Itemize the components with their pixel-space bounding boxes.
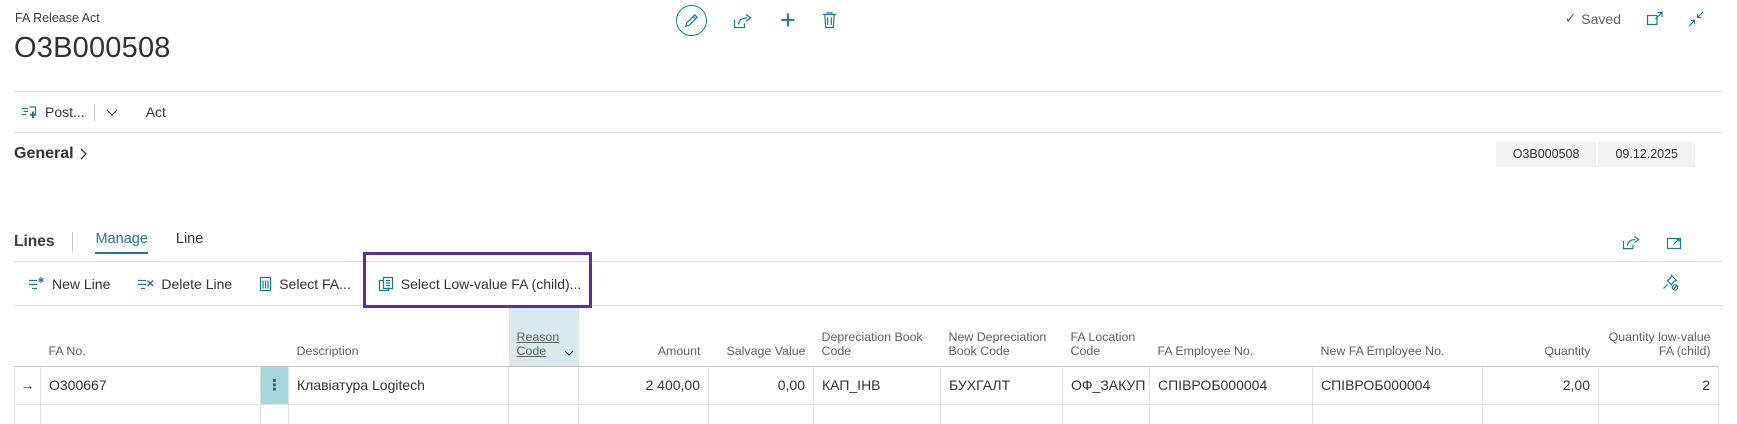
document-header: FA Release Act O3B000508 [0, 0, 1737, 91]
arrow-right-icon: → [21, 377, 35, 393]
cell-fa-location-code[interactable]: ОФ_ЗАКУП [1063, 366, 1150, 404]
cell-reason-code[interactable] [509, 366, 579, 404]
lines-expand-button[interactable] [1666, 234, 1682, 250]
divider [72, 232, 73, 252]
select-fa-button[interactable]: Select FA... [259, 276, 351, 292]
act-button[interactable]: Act [146, 104, 166, 120]
save-status: ✓ Saved [1565, 10, 1621, 27]
col-salvage-value[interactable]: Salvage Value [709, 306, 814, 366]
act-label: Act [146, 104, 166, 120]
ellipsis-vertical-icon: ⋮ [267, 377, 282, 394]
cell-salvage-value[interactable]: 0,00 [709, 366, 814, 404]
cell-new-fa-employee-no[interactable]: СПІВРОБ000004 [1313, 366, 1483, 404]
col-fa-location-code[interactable]: FA Location Code [1063, 306, 1150, 366]
lines-grid: FA No. Description Reason Code Amount Sa… [14, 306, 1719, 424]
collapse-button[interactable] [1688, 11, 1704, 27]
unpin-button[interactable] [1662, 274, 1679, 291]
cell-depreciation-book-code[interactable]: КАП_ІНВ [814, 366, 941, 404]
open-in-new-window-button[interactable] [1646, 11, 1663, 26]
col-fa-employee-no[interactable]: FA Employee No. [1150, 306, 1313, 366]
post-label: Post... [45, 104, 85, 120]
cell-fa-no[interactable]: O300667 [41, 366, 261, 404]
general-doc-no-chip[interactable]: O3B000508 [1496, 142, 1597, 167]
new-line-icon [28, 276, 45, 291]
edit-button[interactable] [676, 5, 707, 36]
general-label: General [14, 145, 74, 163]
cell-fa-employee-no[interactable]: СПІВРОБ000004 [1150, 366, 1313, 404]
table-row-empty [15, 404, 1719, 424]
col-quantity[interactable]: Quantity [1483, 306, 1599, 366]
share-icon [1622, 234, 1642, 250]
header-status: ✓ Saved [1565, 10, 1704, 27]
col-amount[interactable]: Amount [579, 306, 709, 366]
general-row: General O3B000508 09.12.2025 [0, 133, 1737, 175]
header-toolbar: + [676, 4, 837, 36]
general-summary: O3B000508 09.12.2025 [1496, 142, 1695, 167]
checkmark-icon: ✓ [1565, 10, 1577, 27]
open-in-new-window-icon [1646, 11, 1663, 26]
divider [94, 104, 95, 121]
general-section-toggle[interactable]: General [14, 145, 87, 163]
select-fa-label: Select FA... [279, 276, 351, 292]
unpin-icon [1662, 274, 1679, 291]
cell-description[interactable]: Клавіатура Logitech [289, 366, 509, 404]
expand-icon [1666, 235, 1682, 250]
chevron-right-icon [80, 148, 87, 160]
cell-amount[interactable]: 2 400,00 [579, 366, 709, 404]
post-icon [21, 105, 38, 120]
current-row-indicator: → [15, 366, 41, 404]
col-description[interactable]: Description [289, 306, 509, 366]
lines-action-bar: New Line Delete Line Select FA... [0, 262, 1737, 305]
cell-quantity[interactable]: 2,00 [1483, 366, 1599, 404]
col-options [261, 306, 289, 366]
col-selector [15, 306, 41, 366]
copy-pages-icon [378, 276, 394, 292]
lines-share-button[interactable] [1622, 234, 1642, 250]
delete-line-button[interactable]: Delete Line [137, 276, 232, 292]
col-quantity-low-value[interactable]: Quantity low-value FA (child) [1599, 306, 1719, 366]
collapse-icon [1688, 11, 1704, 27]
delete-button[interactable] [822, 11, 837, 29]
col-depreciation-book-code[interactable]: Depreciation Book Code [814, 306, 941, 366]
lines-header: Lines Manage Line [0, 215, 1737, 261]
new-button[interactable]: + [780, 10, 796, 30]
tab-manage[interactable]: Manage [95, 231, 147, 254]
page-title: O3B000508 [0, 25, 1737, 65]
new-line-button[interactable]: New Line [28, 276, 110, 292]
lines-title: Lines [14, 233, 54, 251]
page-caption: FA Release Act [0, 0, 1737, 25]
chevron-down-icon [106, 109, 118, 116]
tab-line[interactable]: Line [176, 231, 203, 254]
plus-icon: + [780, 10, 796, 30]
post-split-chevron-button[interactable] [102, 107, 122, 118]
new-line-label: New Line [52, 276, 110, 292]
select-low-value-fa-button[interactable]: Select Low-value FA (child)... [378, 276, 582, 292]
chevron-down-icon[interactable] [564, 350, 574, 356]
col-new-fa-employee-no[interactable]: New FA Employee No. [1313, 306, 1483, 366]
general-doc-date-chip[interactable]: 09.12.2025 [1598, 142, 1695, 167]
table-row: → O300667 ⋮ Клавіатура Logitech 2 400,00… [15, 366, 1719, 404]
share-icon [733, 12, 754, 29]
cell-new-depreciation-book-code[interactable]: БУХГАЛТ [941, 366, 1063, 404]
command-bar: Post... Act [0, 92, 1737, 132]
pencil-icon [684, 13, 699, 28]
share-button[interactable] [733, 12, 754, 29]
saved-label: Saved [1581, 11, 1621, 27]
grid-header-row: FA No. Description Reason Code Amount Sa… [15, 306, 1719, 366]
select-fa-icon [259, 276, 272, 292]
select-low-value-fa-label: Select Low-value FA (child)... [401, 276, 582, 292]
delete-line-icon [137, 276, 154, 291]
post-button[interactable]: Post... [21, 104, 85, 120]
col-new-depreciation-book-code[interactable]: New Depreciation Book Code [941, 306, 1063, 366]
cell-quantity-low-value[interactable]: 2 [1599, 366, 1719, 404]
fa-release-act-page: FA Release Act O3B000508 [0, 0, 1737, 424]
trash-icon [822, 11, 837, 29]
delete-line-label: Delete Line [161, 276, 232, 292]
col-reason-code[interactable]: Reason Code [509, 306, 579, 366]
cell-row-options[interactable]: ⋮ [261, 366, 289, 404]
col-fa-no[interactable]: FA No. [41, 306, 261, 366]
